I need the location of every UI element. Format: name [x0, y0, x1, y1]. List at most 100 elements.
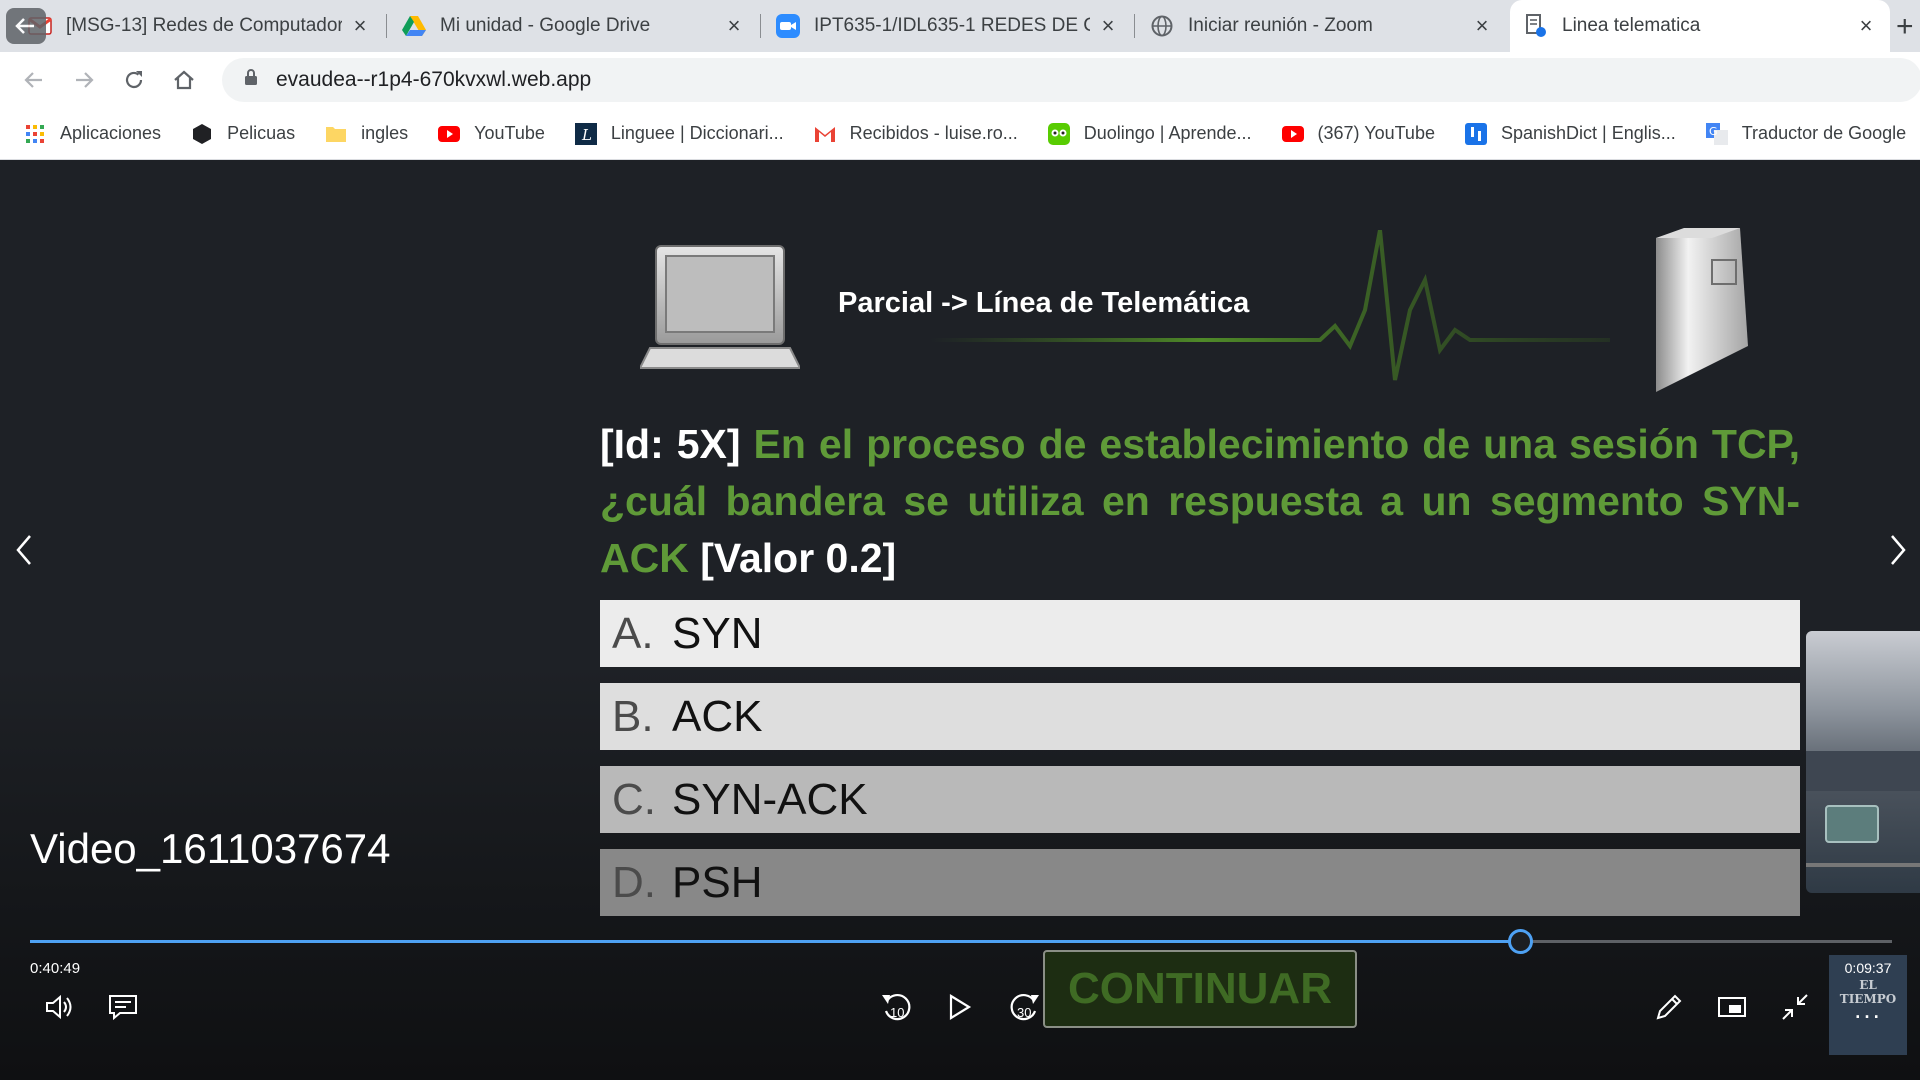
spanishdict-icon [1464, 122, 1487, 145]
next-slide-chevron-icon[interactable] [1884, 520, 1914, 580]
tab-title: IPT635-1/IDL635-1 REDES DE COMPUTADORES [814, 15, 1090, 36]
bookmark-item[interactable]: Pelicuas [191, 123, 295, 145]
forward-arrow-icon[interactable] [66, 62, 102, 98]
bookmark-item[interactable]: G Traductor de Google [1705, 122, 1907, 145]
bookmark-item[interactable]: Aplicaciones [24, 123, 161, 145]
bookmark-item[interactable]: Recibidos - luise.ro... [814, 123, 1018, 145]
tab-separator [1134, 14, 1135, 38]
secondary-video-time: 0:09:37 [1844, 960, 1892, 976]
close-tab-icon[interactable]: × [1856, 13, 1876, 39]
bookmark-label: Traductor de Google [1741, 123, 1907, 143]
browser-tab[interactable]: IPT635-1/IDL635-1 REDES DE COMPUTADORES … [762, 0, 1132, 52]
back-overlay[interactable] [6, 8, 46, 44]
new-tab-plus-icon[interactable]: + [1896, 10, 1920, 44]
browser-tab[interactable]: [MSG-13] Redes de Computadores × [14, 0, 384, 52]
svg-text:L: L [581, 126, 592, 144]
forward-30-icon[interactable]: 30 [1004, 989, 1044, 1025]
laptop-icon [638, 240, 802, 380]
option-letter: A. [612, 608, 654, 658]
zoom-icon [776, 14, 800, 38]
reload-icon[interactable] [116, 62, 152, 98]
question-text: [Id: 5X] En el proceso de establecimient… [600, 416, 1800, 587]
tab-separator [760, 14, 761, 38]
globe-icon [1150, 14, 1174, 38]
question-id: [Id: 5X] [600, 421, 741, 467]
elapsed-time: 0:40:49 [30, 960, 81, 977]
duolingo-icon [1047, 122, 1070, 145]
seek-bar[interactable] [30, 929, 1892, 954]
bookmark-item[interactable]: L Linguee | Diccionari... [574, 122, 784, 145]
heartbeat-line-icon [930, 229, 1610, 395]
google-drive-icon [402, 14, 426, 38]
browser-tab[interactable]: Mi unidad - Google Drive × [388, 0, 758, 52]
browser-tab-strip: [MSG-13] Redes de Computadores × Mi unid… [0, 0, 1920, 52]
video-player[interactable]: Parcial -> Línea de Telemática [Id: 5X] … [0, 160, 1920, 1080]
linguee-icon: L [574, 122, 597, 145]
bookmark-label: (367) YouTube [1317, 123, 1435, 143]
answer-option-b[interactable]: B. ACK [600, 683, 1800, 750]
google-translate-icon: G [1705, 122, 1728, 145]
back-arrow-icon[interactable] [16, 62, 52, 98]
bookmark-label: Recibidos - luise.ro... [849, 123, 1018, 143]
bookmark-label: YouTube [474, 123, 545, 143]
bookmark-label: Linguee | Diccionari... [610, 123, 784, 143]
close-tab-icon[interactable]: × [724, 13, 744, 39]
browser-toolbar: evaudea--r1p4-670kvxwl.web.app [0, 52, 1920, 108]
answer-option-c[interactable]: C. SYN-ACK [600, 766, 1800, 833]
option-letter: D. [612, 857, 656, 907]
play-icon[interactable] [940, 989, 980, 1025]
folder-icon [325, 123, 347, 145]
bookmark-item[interactable]: Duolingo | Aprende... [1047, 122, 1252, 145]
video-title: Video_1611037674 [30, 825, 391, 872]
browser-tab-active[interactable]: Linea telematica × [1510, 0, 1890, 52]
bookmark-item[interactable]: ingles [325, 123, 408, 145]
subtitles-icon[interactable] [103, 989, 143, 1025]
server-icon [1640, 226, 1760, 401]
bookmark-label: Aplicaciones [60, 123, 162, 143]
close-tab-icon[interactable]: × [350, 13, 370, 39]
tab-title: [MSG-13] Redes de Computadores [66, 15, 342, 36]
home-icon[interactable] [166, 62, 202, 98]
youtube-icon [438, 123, 461, 145]
volume-icon[interactable] [40, 989, 80, 1025]
option-text: SYN [672, 608, 763, 658]
seek-bar-handle[interactable] [1507, 929, 1533, 954]
address-bar[interactable]: evaudea--r1p4-670kvxwl.web.app [222, 58, 1920, 102]
rewind-10-icon[interactable]: 10 [877, 989, 917, 1025]
rewind-seconds: 10 [890, 1005, 904, 1020]
option-letter: B. [612, 691, 654, 741]
tab-title: Iniciar reunión - Zoom [1188, 15, 1373, 36]
answer-option-d[interactable]: D. PSH [600, 849, 1800, 916]
close-tab-icon[interactable]: × [1472, 13, 1492, 39]
web-app-icon [1524, 14, 1548, 38]
browser-tab[interactable]: Iniciar reunión - Zoom × [1136, 0, 1506, 52]
previous-slide-chevron-icon[interactable] [8, 520, 38, 580]
pencil-icon[interactable] [1649, 989, 1689, 1025]
mini-player-icon[interactable] [1712, 989, 1752, 1025]
option-text: SYN-ACK [672, 774, 868, 824]
option-letter: C. [612, 774, 656, 824]
youtube-icon [1281, 123, 1304, 145]
lock-icon[interactable] [244, 68, 258, 92]
tab-title: Mi unidad - Google Drive [440, 15, 651, 36]
exit-fullscreen-icon[interactable] [1775, 989, 1815, 1025]
gmail-icon [814, 123, 836, 145]
more-options-icon[interactable]: ... [1829, 994, 1907, 1025]
hexagon-icon [191, 123, 213, 145]
answer-option-a[interactable]: A. SYN [600, 600, 1800, 667]
bookmark-label: ingles [361, 123, 409, 143]
svg-text:G: G [1709, 125, 1718, 138]
bookmark-item[interactable]: YouTube [438, 123, 545, 145]
bookmark-item[interactable]: (367) YouTube [1281, 123, 1435, 145]
bookmark-label: Pelicuas [227, 123, 296, 143]
bookmark-item[interactable]: SpanishDict | Englis... [1464, 122, 1676, 145]
option-text: PSH [672, 857, 763, 907]
bookmark-label: Duolingo | Aprende... [1083, 123, 1252, 143]
question-value: [Valor 0.2] [700, 535, 897, 581]
close-tab-icon[interactable]: × [1098, 13, 1118, 39]
bookmarks-bar: Aplicaciones Pelicuas ingles YouTube L L… [0, 108, 1920, 160]
tab-title: Linea telematica [1562, 15, 1701, 36]
mini-video-thumbnail[interactable] [1806, 631, 1920, 893]
url-text: evaudea--r1p4-670kvxwl.web.app [276, 68, 592, 91]
continue-button[interactable]: CONTINUAR [1043, 950, 1357, 1028]
